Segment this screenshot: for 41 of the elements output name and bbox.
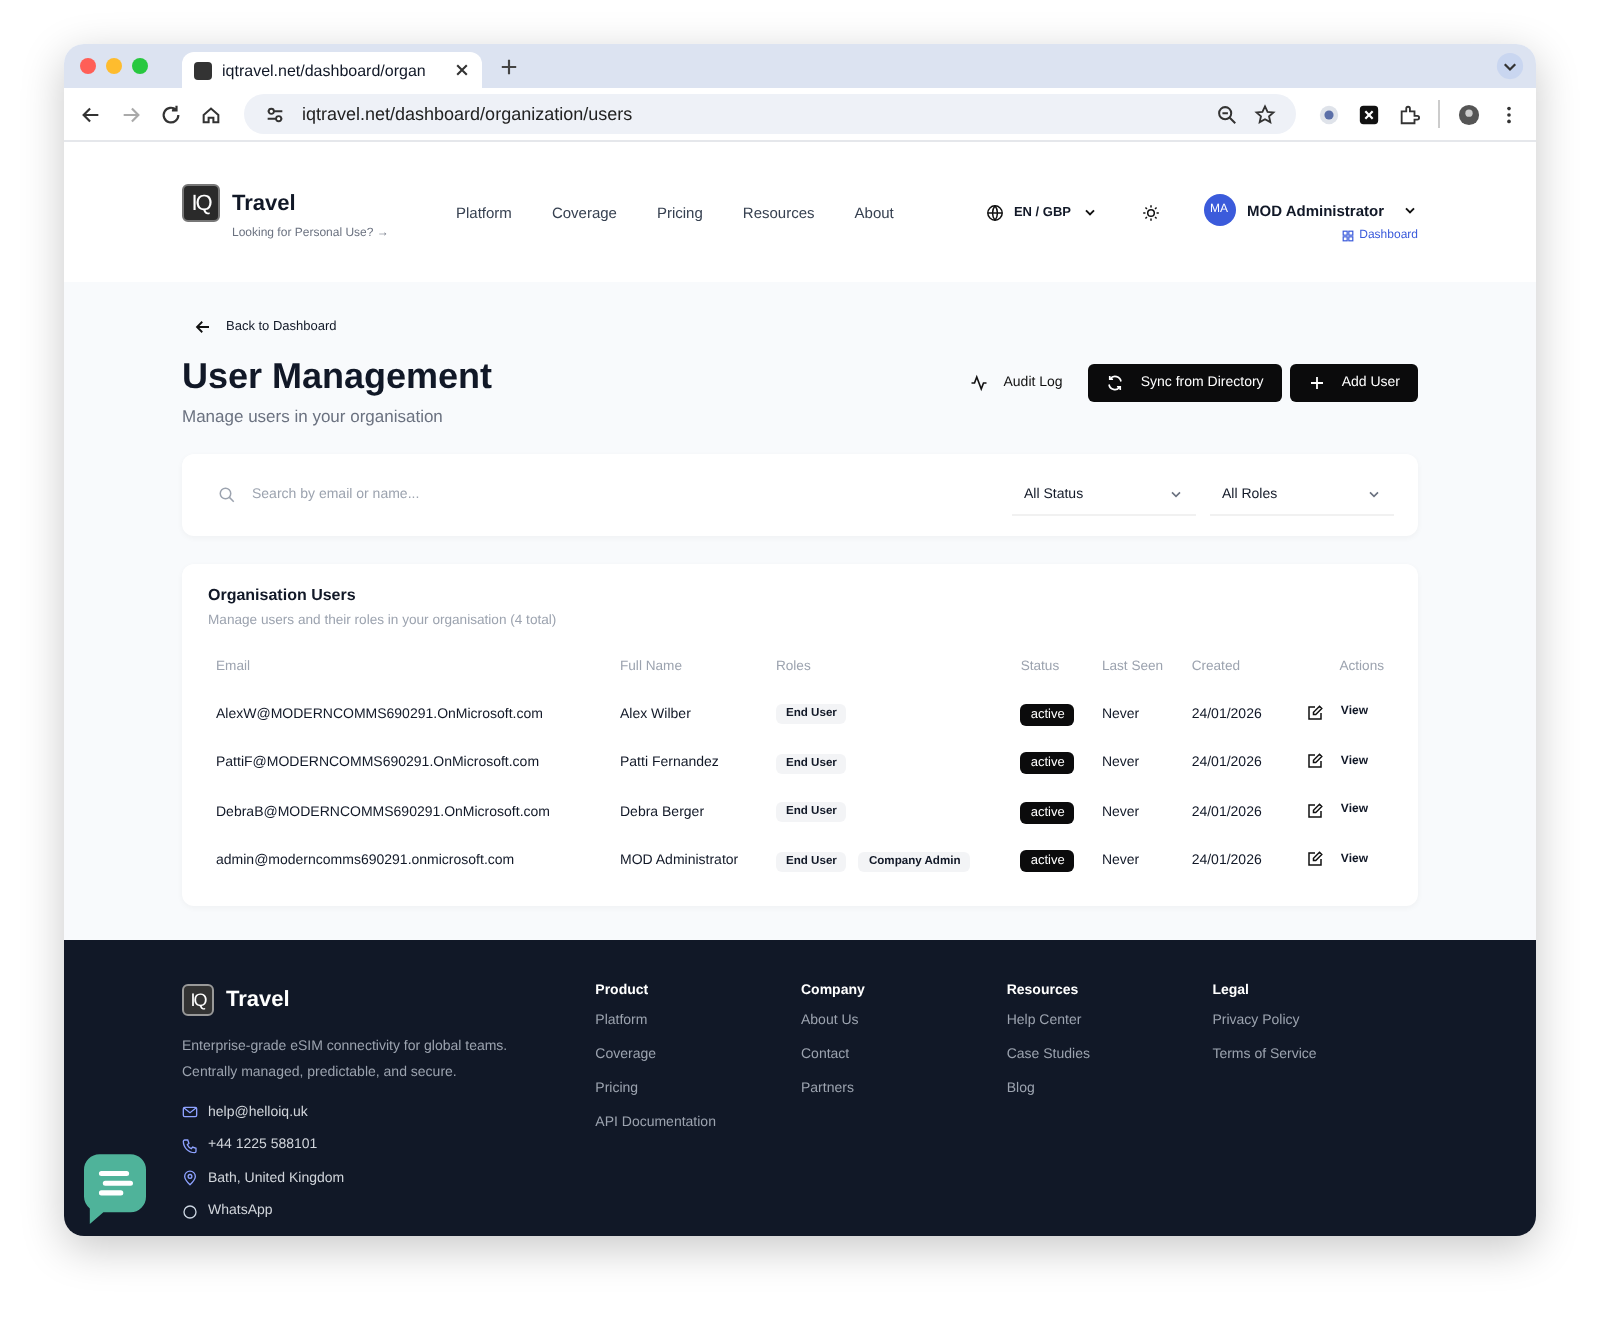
back-arrow-icon <box>194 318 212 336</box>
close-icon[interactable] <box>454 62 470 78</box>
profile-avatar-icon[interactable] <box>1458 103 1480 125</box>
edit-icon[interactable] <box>1306 801 1325 820</box>
site-settings-icon[interactable] <box>264 103 286 125</box>
browser-tab[interactable]: iqtravel.net/dashboard/organ <box>182 52 482 88</box>
bookmark-star-icon[interactable] <box>1254 103 1276 125</box>
new-tab-icon[interactable] <box>500 57 518 75</box>
favicon-icon <box>194 61 212 79</box>
chevron-down-icon <box>1402 202 1418 218</box>
search-icon <box>218 486 236 504</box>
chevron-down-icon <box>1168 486 1184 502</box>
address-bar[interactable]: iqtravel.net/dashboard/organization/users <box>244 94 1296 134</box>
plus-icon <box>1307 374 1326 392</box>
puzzle-icon[interactable] <box>1398 103 1420 125</box>
brand-name: Travel <box>232 191 296 215</box>
home-icon[interactable] <box>200 103 222 125</box>
phone-icon <box>182 1137 198 1154</box>
grid-icon <box>1341 230 1354 242</box>
theme-toggle-icon[interactable] <box>1141 203 1160 221</box>
reload-icon[interactable] <box>160 103 182 125</box>
footer-brand-name: Travel <box>226 988 290 1012</box>
mail-icon <box>182 1104 198 1121</box>
zoom-icon[interactable] <box>1216 103 1238 125</box>
chat-widget-icon[interactable] <box>84 1154 146 1224</box>
page-subtitle: Manage users in your organisation <box>182 406 445 426</box>
globe-icon <box>985 203 1004 221</box>
edit-icon[interactable] <box>1306 850 1325 869</box>
location-pin-icon <box>182 1170 198 1187</box>
card-title: Organisation Users <box>208 586 358 604</box>
refresh-icon <box>1106 374 1125 392</box>
chevron-down-icon <box>1366 486 1382 502</box>
edit-icon[interactable] <box>1306 703 1325 722</box>
edit-icon[interactable] <box>1306 752 1325 771</box>
footer-logo[interactable]: IQ <box>182 984 214 1016</box>
page-title: User Management <box>182 354 493 398</box>
extension-icon[interactable] <box>1358 103 1380 125</box>
chevron-down-icon <box>1081 204 1098 220</box>
logo[interactable]: IQ <box>182 184 220 222</box>
activity-icon <box>969 374 988 392</box>
back-icon[interactable] <box>80 103 102 125</box>
